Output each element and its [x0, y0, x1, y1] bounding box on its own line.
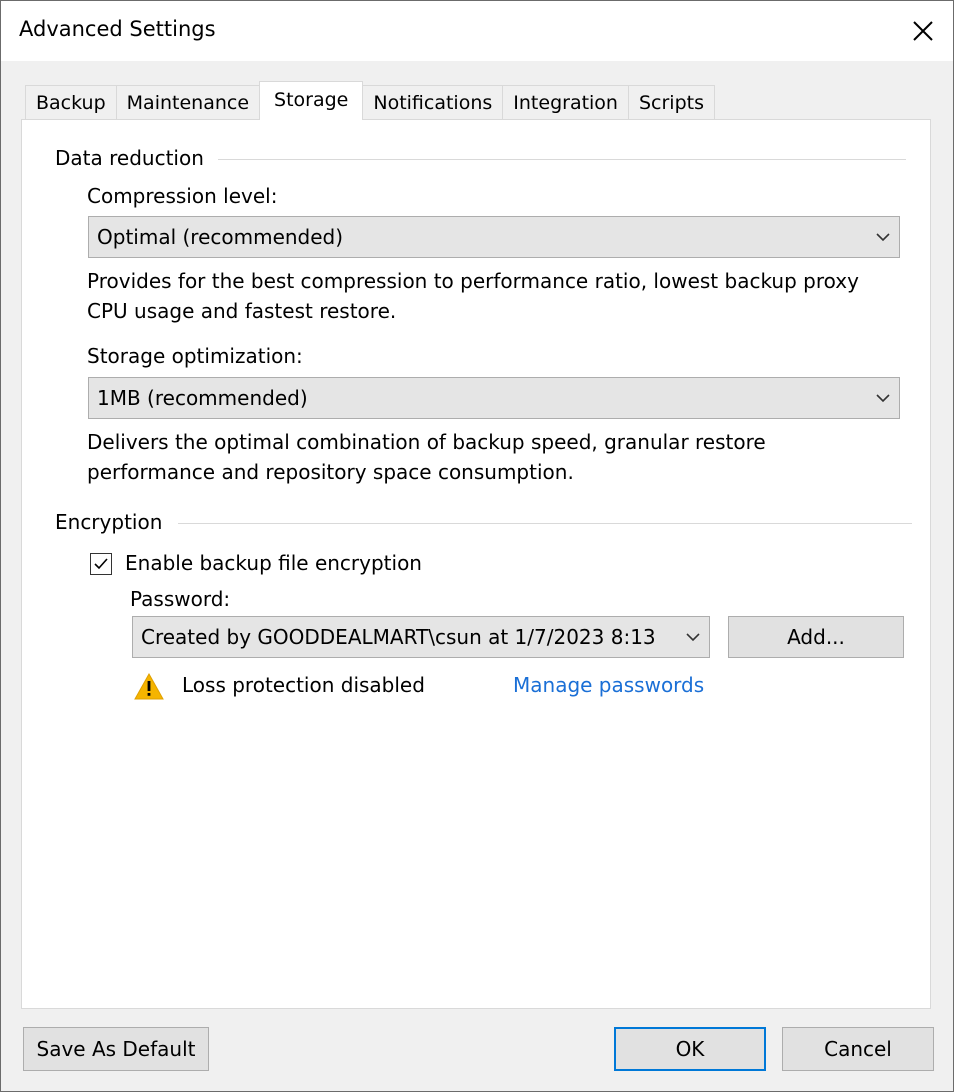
storage-optimization-value: 1MB (recommended): [97, 386, 308, 410]
ok-button[interactable]: OK: [614, 1027, 766, 1071]
close-icon: [913, 21, 933, 41]
close-button[interactable]: [901, 9, 945, 53]
compression-level-value: Optimal (recommended): [97, 225, 344, 249]
password-label: Password:: [130, 587, 231, 611]
title-bar: Advanced Settings: [1, 1, 953, 61]
optimization-description-line-1: Delivers the optimal combination of back…: [87, 430, 766, 454]
tab-backup[interactable]: Backup: [25, 85, 117, 120]
tab-storage[interactable]: Storage: [259, 81, 364, 120]
checkmark-icon: [94, 558, 108, 570]
storage-tab-panel: Data reduction Compression level: Optima…: [21, 119, 931, 1009]
optimization-description: Delivers the optimal combination of back…: [87, 427, 766, 487]
optimization-description-line-2: performance and repository space consump…: [87, 460, 574, 484]
advanced-settings-dialog: Advanced Settings Backup Maintenance Sto…: [0, 0, 954, 1092]
encryption-divider: [178, 523, 912, 524]
tab-maintenance[interactable]: Maintenance: [115, 85, 261, 120]
compression-description: Provides for the best compression to per…: [87, 266, 859, 326]
enable-encryption-checkbox[interactable]: [90, 553, 112, 575]
chevron-down-icon: [876, 233, 890, 242]
compression-description-line-1: Provides for the best compression to per…: [87, 269, 859, 293]
save-as-default-button[interactable]: Save As Default: [23, 1027, 209, 1071]
tab-integration[interactable]: Integration: [502, 85, 629, 120]
tab-scripts[interactable]: Scripts: [627, 85, 715, 120]
compression-level-dropdown[interactable]: Optimal (recommended): [88, 216, 900, 258]
tab-notifications[interactable]: Notifications: [362, 85, 504, 120]
storage-optimization-dropdown[interactable]: 1MB (recommended): [88, 377, 900, 419]
manage-passwords-link[interactable]: Manage passwords: [513, 673, 704, 697]
cancel-button[interactable]: Cancel: [782, 1027, 934, 1071]
password-dropdown[interactable]: Created by GOODDEALMART\csun at 1/7/2023…: [132, 616, 710, 658]
tab-strip: Backup Maintenance Storage Notifications…: [25, 81, 715, 120]
data-reduction-header: Data reduction: [55, 146, 204, 170]
enable-encryption-label[interactable]: Enable backup file encryption: [125, 551, 422, 575]
compression-level-label: Compression level:: [87, 184, 278, 208]
data-reduction-divider: [218, 159, 906, 160]
encryption-header: Encryption: [55, 510, 163, 534]
chevron-down-icon: [686, 633, 700, 642]
loss-protection-status: Loss protection disabled: [182, 673, 425, 697]
password-value: Created by GOODDEALMART\csun at 1/7/2023…: [141, 625, 656, 649]
chevron-down-icon: [876, 394, 890, 403]
storage-optimization-label: Storage optimization:: [87, 344, 303, 368]
warning-icon: [134, 673, 164, 700]
compression-description-line-2: CPU usage and fastest restore.: [87, 299, 397, 323]
dialog-title: Advanced Settings: [19, 17, 216, 41]
add-password-button[interactable]: Add...: [728, 616, 904, 658]
